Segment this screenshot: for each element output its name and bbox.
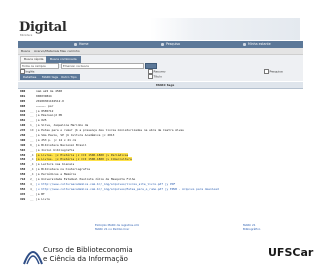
marc-field-text: |a 253 p. |c 14 x 21 cm: [36, 137, 77, 142]
bci-course-name: Curso de Biblioteconomia e Ciência da In…: [43, 246, 133, 263]
tab-detalhes[interactable]: Detalhes: [20, 74, 40, 80]
bookshelf-icon: [243, 42, 246, 46]
footer-link-marc21-crer[interactable]: MARC 21 no Padrão Crer: [95, 227, 129, 231]
marc-field-text: |a Biblioteca na historiografia: [36, 167, 90, 172]
marc-record-list: 000 nam a22 4a 4500 001 000039844 005 2018030…: [20, 89, 300, 201]
subnav-busca[interactable]: Busca: [21, 49, 30, 53]
marc-field-text: |a Biblioteca Nacional Brasil: [36, 142, 87, 147]
bci-line-1: Curso de Biblioteconomia: [43, 246, 133, 254]
nav-pesquisa[interactable]: Pesquisa: [166, 42, 180, 46]
marc-field-text: |a Livro: [36, 196, 50, 201]
marc-field-text: |a Silva, Jaqueline Marinho da: [36, 123, 89, 128]
footer-link-bibliografico[interactable]: Bibliográfico: [243, 227, 260, 231]
marc-field-text: |a Inclui bibliografia: [36, 147, 75, 152]
marc-header: MARC tags: [18, 82, 303, 89]
marc-field-text: |u http://www.culturaacademica.com.br/_i…: [36, 186, 219, 191]
search-input[interactable]: Emerson na busca: [61, 63, 144, 69]
bci-line-2: e Ciência da Informação: [43, 254, 128, 263]
marc-field-text: |a Emerson|d PR: [36, 113, 63, 118]
marc-field-text: 20180301104512.0: [36, 98, 64, 103]
tab-outro-tipo[interactable]: Outro Tipo: [58, 74, 80, 80]
marc-field-text: |a BT: [36, 191, 45, 196]
marc-field-text: ……………. por: [36, 103, 54, 108]
marc-field-text: |a 8585712: [36, 108, 54, 113]
marc-field-text: |a Livros. |x História |z CCI 1500-1800 …: [36, 152, 129, 157]
tab-busca-rapida[interactable]: Busca rápida: [20, 56, 48, 63]
marc-field-text: |a 025: [36, 118, 47, 123]
top-navigation: Home Pesquisa Minha estante: [18, 41, 303, 48]
record-tabs: Detalhes MARC tags Outro Tipo: [18, 73, 303, 82]
header-banner: [150, 18, 300, 40]
marc-field-text: nam a22 4a 4500: [36, 89, 63, 93]
marc-field-text: |a Universidade Estadual Paulista Júlio …: [36, 177, 136, 182]
search-icon: [161, 42, 164, 46]
subnav-meu-carrinho[interactable]: Meu carrinho: [60, 49, 80, 53]
nav-minha-estante[interactable]: Minha estante: [248, 42, 271, 46]
app-logo-subtitle: Biblioteca: [20, 34, 33, 37]
marc-field-text: |a Livros. |x História |z CCI 1500-1800 …: [36, 157, 132, 162]
ufscar-logo: UFSCar: [268, 246, 314, 259]
subnav-acervo[interactable]: Acervo/Materiais: [34, 49, 59, 53]
marc-field-text: 000039844: [36, 93, 52, 98]
nav-home[interactable]: Home: [79, 42, 88, 46]
app-logo[interactable]: Digital: [19, 20, 67, 35]
marc-record-row: 999 __ |a Livro: [20, 197, 300, 202]
marc-field-text: |a Estes para o rumo? |b a presença dos …: [36, 128, 184, 133]
marc-field-text: |u http://www.culturaacademica.com.br/_i…: [36, 181, 176, 186]
marc-title: MARC tags: [156, 83, 175, 87]
bci-logo-icon: [23, 251, 43, 265]
marc-field-text: |a São Paulo, SP |b Cultura Acadêmica |c…: [36, 133, 115, 138]
marc-field-text: |a Leitura nas bienais: [36, 162, 75, 167]
footer-links: Exibição MARC de registros.xml MARC 21 n…: [95, 223, 295, 233]
tab-busca-combinada[interactable]: Busca combinada: [46, 56, 81, 63]
marc-field-text: |a Periódicos e Memória: [36, 172, 77, 177]
home-icon: [74, 42, 77, 46]
sub-navigation: Busca Acervo/Materiais Meu carrinho: [18, 48, 303, 55]
marc-tag: 999: [20, 196, 26, 201]
